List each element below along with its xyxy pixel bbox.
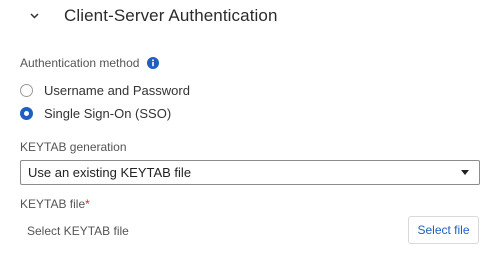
radio-label-sso: Single Sign-On (SSO) <box>44 106 172 121</box>
auth-method-label-row: Authentication method <box>20 56 160 70</box>
radio-sso[interactable]: Single Sign-On (SSO) <box>20 106 171 121</box>
radio-button-unselected[interactable] <box>20 84 33 97</box>
radio-button-selected[interactable] <box>20 107 33 120</box>
radio-label-username-password: Username and Password <box>44 83 190 98</box>
keytab-file-label-text: KEYTAB file <box>20 197 86 211</box>
chevron-down-icon[interactable] <box>28 10 40 22</box>
section-header[interactable]: Client-Server Authentication <box>28 5 278 27</box>
info-icon[interactable] <box>147 57 160 69</box>
keytab-generation-label-text: KEYTAB generation <box>20 140 127 154</box>
radio-username-password[interactable]: Username and Password <box>20 83 190 98</box>
select-file-button[interactable]: Select file <box>408 216 479 244</box>
keytab-generation-select[interactable]: Use an existing KEYTAB file <box>20 160 480 185</box>
required-marker: * <box>85 197 90 211</box>
keytab-file-label: KEYTAB file * <box>20 197 90 211</box>
keytab-file-placeholder[interactable]: Select KEYTAB file <box>27 224 129 238</box>
keytab-generation-label: KEYTAB generation <box>20 140 127 154</box>
section-title: Client-Server Authentication <box>64 6 278 25</box>
keytab-generation-selected-value: Use an existing KEYTAB file <box>28 165 192 180</box>
caret-down-icon[interactable] <box>461 169 469 176</box>
auth-method-label: Authentication method <box>20 56 140 70</box>
